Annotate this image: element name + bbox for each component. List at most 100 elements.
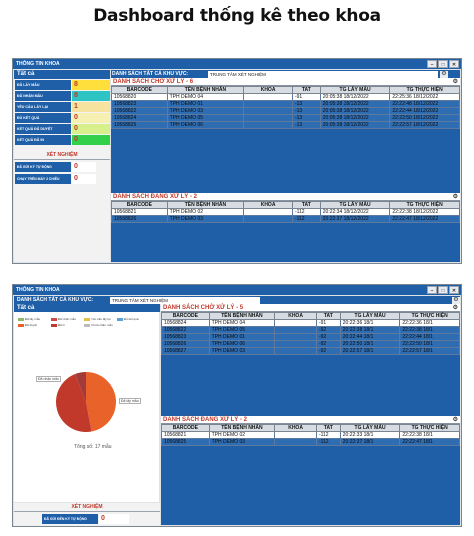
column-header[interactable]: TG THỰC HIỆN — [389, 86, 460, 94]
table-row[interactable]: 10568825 TPH DEMO 06 -13 20:05:38 18/12/202… — [111, 121, 460, 129]
processing-table: BARCODE TÊN BỆNH NHÂN KHOA TAT TG LẤY MẪU TG … — [111, 201, 460, 223]
stats-sidebar: Tất cả ĐÃ LẤY MẪU 8 ĐÃ NHẬN MẪU 8 YÊU CẦU LẤ… — [14, 70, 110, 262]
column-header[interactable]: TG THỰC HIỆN — [399, 424, 460, 432]
legend-swatch — [51, 323, 57, 327]
table-cell: 10568822 — [111, 107, 168, 115]
column-header[interactable]: TG THỰC HIỆN — [399, 312, 460, 320]
column-header[interactable]: KHOA — [243, 86, 293, 94]
gear-icon[interactable]: ⚙ — [453, 304, 458, 312]
column-header[interactable]: KHOA — [274, 312, 317, 320]
stat-row[interactable]: ĐÃ LẤY MẪU 8 — [15, 80, 110, 90]
close-icon[interactable]: ✕ — [449, 60, 459, 68]
table-row[interactable]: 10568827 TPH DEMO 03 -92 20:22:57 18/1 22:22… — [161, 347, 460, 355]
table-cell: 22:22:50 18/1 — [399, 340, 460, 348]
close-icon[interactable]: ✕ — [449, 286, 459, 294]
xn-row[interactable]: CHẠY TRÊN MÁY 2 CHIỀU 0 — [15, 174, 110, 184]
pie-slice[interactable] — [86, 372, 117, 432]
table-row[interactable]: 10568826 TPH DEMO 06 -92 20:22:50 18/1 22:22… — [161, 340, 460, 348]
stat-row[interactable]: ĐỦ KẾT QUẢ 0 — [15, 113, 110, 123]
filter-all[interactable]: Tất cả — [14, 70, 110, 79]
table-cell: 10568826 — [111, 215, 168, 223]
column-header[interactable]: TG LẤY MẪU — [319, 86, 391, 94]
table-cell: 22:22:47 18/12/2022 — [389, 215, 460, 223]
minimize-icon[interactable]: – — [427, 286, 437, 294]
stat-row[interactable]: ĐÃ NHẬN MẪU 8 — [15, 91, 110, 101]
table-row[interactable]: 10568824 TPH DEMO 04 -91 20:22:36 18/1 22:22… — [161, 319, 460, 327]
table-cell: TPH DEMO 02 — [208, 431, 276, 439]
table-row[interactable]: 10568820 TPH DEMO 04 -91 20:05:38 18/12/202… — [111, 93, 460, 101]
stat-row[interactable]: YÊU CẦU LẤY LẠI 1 — [15, 102, 110, 112]
page-title: Dashboard thống kê theo khoa — [93, 6, 381, 26]
column-header[interactable]: TÊN BỆNH NHÂN — [208, 312, 276, 320]
column-header[interactable]: KHOA — [243, 201, 293, 209]
column-header[interactable]: TÊN BỆNH NHÂN — [166, 201, 245, 209]
maximize-icon[interactable]: □ — [438, 60, 448, 68]
column-header[interactable]: TÊN BỆNH NHÂN — [166, 86, 245, 94]
gear-icon[interactable]: ⚙ — [453, 416, 458, 424]
table-cell — [274, 431, 317, 439]
area-select[interactable]: TRUNG TÂM XÉT NGHIỆM — [208, 70, 438, 78]
gear-icon[interactable]: ⚙ — [453, 193, 458, 201]
column-header[interactable]: TG LẤY MẪU — [339, 312, 401, 320]
callout-left: Đã nhận mẫu — [36, 376, 62, 382]
gear-icon[interactable]: ⚙ — [452, 296, 460, 304]
table-row[interactable]: 10568823 TPH DEMO 01 -13 20:05:38 18/12/202… — [111, 100, 460, 108]
table-cell: TPH DEMO 05 — [208, 326, 276, 334]
table-cell: 10568822 — [161, 326, 210, 334]
legend-label: Đủ kết quả — [124, 317, 139, 321]
stat-row[interactable]: KẾT QUẢ ĐÃ IN 0 — [15, 135, 110, 145]
column-header[interactable]: TG LẤY MẪU — [339, 424, 401, 432]
gear-icon[interactable]: ⚙ — [440, 70, 448, 78]
column-header[interactable]: TÊN BỆNH NHÂN — [208, 424, 276, 432]
column-header[interactable]: TAT — [315, 424, 341, 432]
table-cell: 10568827 — [161, 347, 210, 355]
column-header[interactable]: TAT — [291, 86, 321, 94]
xn-value: 0 — [72, 174, 96, 184]
table-cell: 20:22:37 18/1 — [339, 438, 401, 446]
legend-swatch — [51, 317, 57, 321]
minimize-icon[interactable]: – — [427, 60, 437, 68]
column-header[interactable]: TAT — [315, 312, 341, 320]
column-header[interactable]: TAT — [291, 201, 321, 209]
table-row[interactable]: 10568825 TPH DEMO 03 -112 20:22:37 18/1 22:2… — [161, 438, 460, 446]
xn-row[interactable]: ĐÃ GỬI KÝ TỰ ĐỘNG 0 — [15, 162, 110, 172]
stat-value: 8 — [72, 91, 110, 101]
table-cell — [243, 93, 293, 101]
pie-svg — [55, 372, 117, 432]
table-cell: 22:22:44 18/1 — [399, 333, 460, 341]
table-cell: 20:22:37 18/12/2022 — [319, 215, 391, 223]
table-row[interactable]: 10568822 TPH DEMO 05 -92 20:22:38 18/1 22:22… — [161, 326, 460, 334]
stat-row[interactable]: KẾT QUẢ ĐÃ DUYỆT 0 — [15, 124, 110, 134]
table-cell: 10568826 — [161, 340, 210, 348]
column-header[interactable]: TG THỰC HIỆN — [389, 201, 460, 209]
table-cell — [274, 326, 317, 334]
column-header[interactable]: BARCODE — [161, 312, 210, 320]
table-row[interactable]: 10568823 TPH DEMO 01 -92 20:22:44 18/1 22:22… — [161, 333, 460, 341]
column-header[interactable]: BARCODE — [111, 201, 168, 209]
table-cell: 22:25:36 18/12/2022 — [389, 93, 460, 101]
table-cell: -13 — [291, 114, 321, 122]
table-row[interactable]: 10568826 TPH DEMO 03 -112 20:22:37 18/12/20… — [111, 215, 460, 223]
maximize-icon[interactable]: □ — [438, 286, 448, 294]
processing-panel-title: DANH SÁCH ĐANG XỬ LÝ - 2 — [163, 417, 247, 423]
filter-all[interactable]: Tất cả — [14, 304, 160, 312]
column-header[interactable]: BARCODE — [161, 424, 210, 432]
table-cell: 20:22:44 18/1 — [339, 333, 401, 341]
table-row[interactable]: 10568824 TPH DEMO 05 -13 20:05:38 18/12/202… — [111, 114, 460, 122]
gear-icon[interactable]: ⚙ — [453, 78, 458, 86]
table-cell: 20:22:57 18/1 — [339, 347, 401, 355]
table-row[interactable]: 10568821 TPH DEMO 02 -112 20:22:34 18/12/20… — [111, 208, 460, 216]
table-cell: TPH DEMO 03 — [208, 347, 276, 355]
area-select[interactable]: TRUNG TÂM XÉT NGHIỆM — [110, 296, 260, 304]
table-cell: 10568820 — [111, 93, 168, 101]
table-row[interactable]: 10568821 TPH DEMO 02 -112 20:22:33 18/1 22:2… — [161, 431, 460, 439]
column-header[interactable]: KHOA — [274, 424, 317, 432]
column-header[interactable]: TG LẤY MẪU — [319, 201, 391, 209]
table-row[interactable]: 10568822 TPH DEMO 03 -13 20:05:38 18/12/202… — [111, 107, 460, 115]
area-selector-row: DANH SÁCH TẤT CẢ KHU VỰC: TRUNG TÂM XÉT … — [111, 70, 460, 78]
table-cell: -92 — [315, 347, 341, 355]
table-cell: 20:22:33 18/1 — [339, 431, 401, 439]
column-header[interactable]: BARCODE — [111, 86, 168, 94]
xn-value: 0 — [72, 162, 96, 172]
processing-panel: DANH SÁCH ĐANG XỬ LÝ - 2 ⚙ BARCODE TÊN BỆN… — [161, 416, 460, 446]
